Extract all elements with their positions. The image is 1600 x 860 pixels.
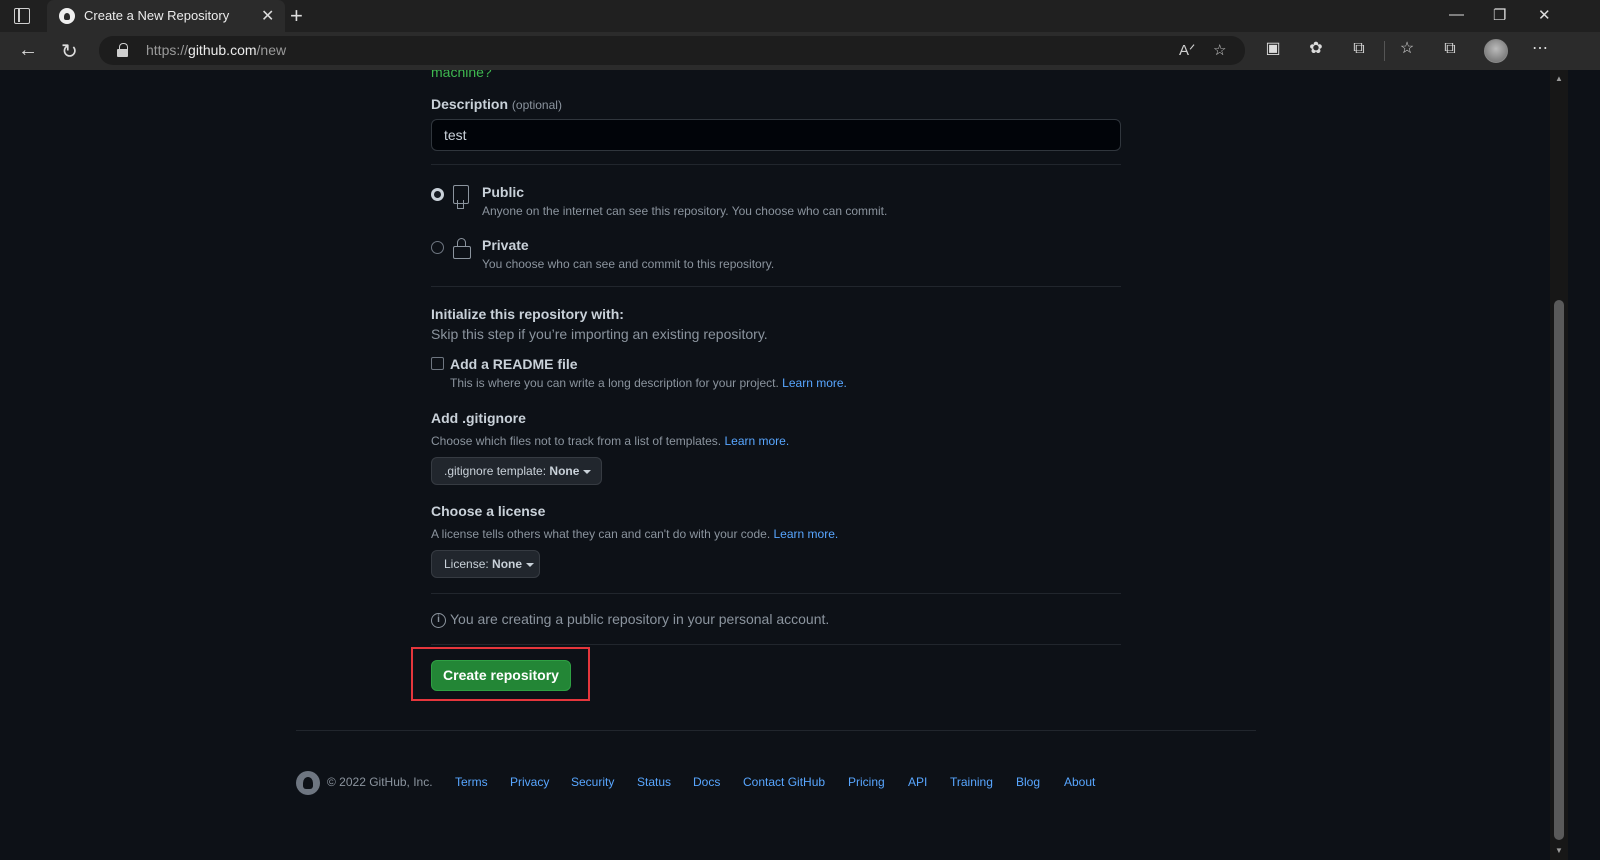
license-learn-more-link[interactable]: Learn more. [774, 527, 839, 541]
more-menu-icon[interactable]: ⋯ [1531, 40, 1549, 58]
vertical-scrollbar[interactable]: ▲ ▼ [1550, 70, 1568, 860]
repo-icon [453, 185, 469, 209]
url-text[interactable]: https://github.com/new [146, 42, 286, 58]
readme-learn-more-link[interactable]: Learn more. [782, 376, 847, 390]
footer-link-blog[interactable]: Blog [1016, 775, 1040, 789]
private-option-title[interactable]: Private [482, 237, 529, 253]
scroll-up-icon[interactable]: ▲ [1555, 74, 1563, 83]
info-message: You are creating a public repository in … [450, 611, 830, 627]
footer-link-pricing[interactable]: Pricing [848, 775, 885, 789]
gitignore-learn-more-link[interactable]: Learn more. [724, 434, 789, 448]
readme-label[interactable]: Add a README file [450, 356, 578, 372]
chevron-down-icon [526, 562, 535, 567]
gitignore-dropdown[interactable]: .gitignore template: None [431, 457, 602, 485]
divider [431, 286, 1121, 287]
puzzle-extension-icon[interactable]: ✿ [1307, 40, 1325, 58]
description-label: Description (optional) [431, 96, 562, 112]
add-favorite-icon[interactable]: ☆ [1213, 41, 1226, 59]
init-heading: Initialize this repository with: [431, 306, 624, 322]
description-input[interactable]: test [431, 119, 1121, 151]
lock-icon[interactable] [117, 43, 128, 57]
init-subtext: Skip this step if you’re importing an ex… [431, 326, 768, 342]
favorites-icon[interactable]: ☆ [1398, 40, 1416, 58]
page-content: machine? Description (optional) test Pub… [0, 70, 1550, 860]
back-arrow-icon[interactable]: ← [18, 39, 38, 62]
footer-divider [296, 730, 1256, 731]
private-option-desc: You choose who can see and commit to thi… [482, 257, 775, 271]
info-icon: i [431, 613, 446, 628]
public-option-title[interactable]: Public [482, 184, 524, 200]
read-aloud-icon[interactable]: Aᐟ [1179, 41, 1195, 59]
license-dropdown[interactable]: License: None [431, 550, 540, 578]
footer-link-api[interactable]: API [908, 775, 927, 789]
readme-note: This is where you can write a long descr… [450, 376, 847, 390]
tab-actions-icon[interactable] [14, 8, 30, 24]
footer-link-security[interactable]: Security [571, 775, 614, 789]
description-value: test [444, 127, 467, 143]
refresh-icon[interactable]: ↻ [61, 39, 78, 64]
close-window-button[interactable]: ✕ [1538, 6, 1551, 24]
create-repository-button[interactable]: Create repository [431, 660, 571, 691]
divider [431, 593, 1121, 594]
lock-icon [453, 238, 471, 260]
tab-close-icon[interactable]: ✕ [261, 6, 274, 26]
scroll-down-icon[interactable]: ▼ [1555, 846, 1563, 855]
public-radio[interactable] [431, 188, 444, 201]
private-radio[interactable] [431, 241, 444, 254]
footer-link-contact[interactable]: Contact GitHub [743, 775, 825, 789]
gitignore-note: Choose which files not to track from a l… [431, 434, 790, 448]
readme-checkbox[interactable] [431, 357, 444, 370]
divider [431, 164, 1121, 165]
url-bar[interactable]: https://github.com/new Aᐟ ☆ [99, 36, 1245, 65]
public-option-desc: Anyone on the internet can see this repo… [482, 204, 888, 218]
footer-link-privacy[interactable]: Privacy [510, 775, 549, 789]
extensions-icon[interactable]: ⧉ [1350, 40, 1368, 58]
tab-title: Create a New Repository [84, 8, 230, 23]
minimize-button[interactable]: — [1449, 6, 1464, 23]
footer-link-about[interactable]: About [1064, 775, 1095, 789]
address-toolbar: ← ↻ https://github.com/new Aᐟ ☆ ▣ ✿ ⧉ ☆ … [0, 32, 1600, 70]
footer-link-training[interactable]: Training [950, 775, 993, 789]
tab-strip: Create a New Repository ✕ + — ❐ ✕ [0, 0, 1600, 32]
scrollbar-thumb[interactable] [1554, 300, 1564, 840]
toolbar-divider [1384, 41, 1385, 61]
chevron-down-icon [583, 469, 592, 474]
license-heading: Choose a license [431, 503, 546, 519]
new-tab-button[interactable]: + [290, 3, 303, 29]
license-note: A license tells others what they can and… [431, 527, 839, 541]
github-logo-icon[interactable] [296, 771, 320, 795]
footer-link-docs[interactable]: Docs [693, 775, 720, 789]
copyright-text: © 2022 GitHub, Inc. [327, 775, 433, 789]
collections-icon[interactable]: ⧉ [1441, 40, 1459, 58]
footer-link-status[interactable]: Status [637, 775, 671, 789]
github-favicon-icon [59, 8, 75, 24]
restore-button[interactable]: ❐ [1493, 6, 1506, 24]
profile-avatar[interactable] [1484, 39, 1508, 63]
browser-tab[interactable]: Create a New Repository ✕ [47, 0, 285, 32]
gitignore-heading: Add .gitignore [431, 410, 526, 426]
footer-link-terms[interactable]: Terms [455, 775, 488, 789]
divider [431, 644, 1121, 645]
partial-text: machine? [431, 70, 492, 80]
extension-icon[interactable]: ▣ [1264, 40, 1282, 58]
